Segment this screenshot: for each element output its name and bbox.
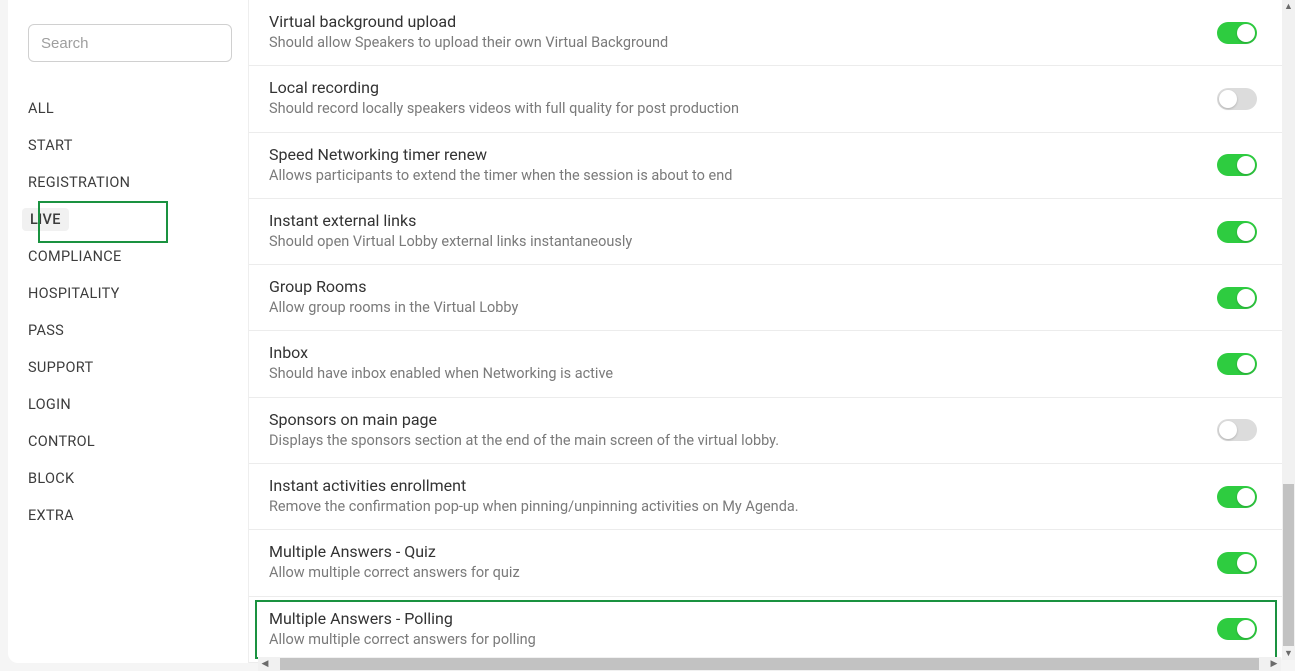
toggle-knob	[1237, 289, 1255, 307]
setting-text: Instant activities enrollment Remove the …	[269, 476, 1197, 517]
setting-row: Virtual background upload Should allow Sp…	[249, 0, 1283, 66]
toggle-knob	[1237, 24, 1255, 42]
setting-description: Should open Virtual Lobby external links…	[269, 232, 1197, 252]
toggle-switch[interactable]	[1217, 419, 1257, 441]
sidebar-item-label: REGISTRATION	[28, 174, 130, 191]
setting-title: Speed Networking timer renew	[269, 145, 1197, 164]
setting-text: Sponsors on main page Displays the sponso…	[269, 410, 1197, 451]
scroll-left-icon[interactable]: ◀	[258, 657, 272, 671]
setting-title: Sponsors on main page	[269, 410, 1197, 429]
sidebar-item-login[interactable]: LOGIN	[24, 386, 232, 423]
sidebar-item-control[interactable]: CONTROL	[24, 423, 232, 460]
toggle-knob	[1219, 90, 1237, 108]
sidebar-item-pass[interactable]: PASS	[24, 312, 232, 349]
setting-title: Instant activities enrollment	[269, 476, 1197, 495]
toggle-switch[interactable]	[1217, 353, 1257, 375]
toggle-knob	[1237, 156, 1255, 174]
setting-row: Instant external links Should open Virtua…	[249, 199, 1283, 265]
setting-description: Displays the sponsors section at the end…	[269, 431, 1197, 451]
sidebar-item-label: SUPPORT	[28, 359, 93, 376]
sidebar-item-label: LIVE	[22, 208, 69, 231]
setting-title: Inbox	[269, 343, 1197, 362]
setting-row: Speed Networking timer renew Allows parti…	[249, 133, 1283, 199]
setting-row: Inbox Should have inbox enabled when Netw…	[249, 331, 1283, 397]
setting-title: Virtual background upload	[269, 12, 1197, 31]
toggle-switch[interactable]	[1217, 88, 1257, 110]
setting-row: Multiple Answers - Polling Allow multiple…	[249, 597, 1283, 663]
nav-list: ALL START REGISTRATION LIVE COMPLIANCE HOSPIT…	[24, 90, 232, 534]
sidebar-item-label: LOGIN	[28, 396, 71, 413]
setting-text: Multiple Answers - Polling Allow multiple…	[269, 609, 1197, 650]
setting-description: Allow multiple correct answers for polli…	[269, 630, 1197, 650]
sidebar-item-compliance[interactable]: COMPLIANCE	[24, 238, 232, 275]
sidebar-item-label: EXTRA	[28, 507, 74, 524]
setting-text: Multiple Answers - Quiz Allow multiple co…	[269, 542, 1197, 583]
toggle-knob	[1237, 554, 1255, 572]
toggle-knob	[1237, 223, 1255, 241]
setting-row: Instant activities enrollment Remove the …	[249, 464, 1283, 530]
setting-text: Local recording Should record locally spe…	[269, 78, 1197, 119]
sidebar-item-all[interactable]: ALL	[24, 90, 232, 127]
toggle-switch[interactable]	[1217, 618, 1257, 640]
sidebar-item-label: ALL	[28, 100, 54, 117]
setting-text: Inbox Should have inbox enabled when Netw…	[269, 343, 1197, 384]
setting-title: Instant external links	[269, 211, 1197, 230]
setting-row: Group Rooms Allow group rooms in the Virt…	[249, 265, 1283, 331]
sidebar-item-start[interactable]: START	[24, 127, 232, 164]
toggle-switch[interactable]	[1217, 221, 1257, 243]
scroll-thumb-vertical[interactable]	[1283, 484, 1294, 646]
sidebar-item-label: START	[28, 137, 73, 154]
scroll-thumb-horizontal[interactable]	[280, 658, 1259, 670]
setting-title: Group Rooms	[269, 277, 1197, 296]
sidebar-item-hospitality[interactable]: HOSPITALITY	[24, 275, 232, 312]
sidebar-item-label: CONTROL	[28, 433, 95, 450]
sidebar-item-live[interactable]: LIVE	[24, 201, 232, 238]
sidebar-item-label: BLOCK	[28, 470, 74, 487]
sidebar-item-support[interactable]: SUPPORT	[24, 349, 232, 386]
setting-description: Allow multiple correct answers for quiz	[269, 563, 1197, 583]
setting-description: Should have inbox enabled when Networkin…	[269, 364, 1197, 384]
sidebar-item-label: HOSPITALITY	[28, 285, 120, 302]
search-input[interactable]	[28, 24, 232, 62]
scroll-up-icon[interactable]: ▲	[1282, 0, 1295, 13]
toggle-knob	[1237, 355, 1255, 373]
setting-text: Virtual background upload Should allow Sp…	[269, 12, 1197, 53]
sidebar-item-label: COMPLIANCE	[28, 248, 122, 265]
toggle-switch[interactable]	[1217, 552, 1257, 574]
setting-description: Allow group rooms in the Virtual Lobby	[269, 298, 1197, 318]
main-content[interactable]: Virtual background upload Should allow Sp…	[248, 0, 1283, 663]
vertical-scrollbar[interactable]: ▲ ▼	[1282, 0, 1295, 660]
toggle-knob	[1237, 488, 1255, 506]
toggle-knob	[1219, 421, 1237, 439]
sidebar-item-registration[interactable]: REGISTRATION	[24, 164, 232, 201]
app-container: ALL START REGISTRATION LIVE COMPLIANCE HOSPIT…	[8, 0, 1283, 663]
setting-row: Sponsors on main page Displays the sponso…	[249, 398, 1283, 464]
sidebar-item-label: PASS	[28, 322, 64, 339]
setting-description: Should allow Speakers to upload their ow…	[269, 33, 1197, 53]
toggle-switch[interactable]	[1217, 22, 1257, 44]
scroll-right-icon[interactable]: ▶	[1267, 657, 1281, 671]
sidebar-item-block[interactable]: BLOCK	[24, 460, 232, 497]
setting-description: Remove the confirmation pop-up when pinn…	[269, 497, 1197, 517]
settings-list: Virtual background upload Should allow Sp…	[249, 0, 1283, 663]
scroll-down-icon[interactable]: ▼	[1282, 647, 1295, 660]
setting-description: Allows participants to extend the timer …	[269, 166, 1197, 186]
setting-title: Multiple Answers - Polling	[269, 609, 1197, 628]
toggle-switch[interactable]	[1217, 486, 1257, 508]
toggle-switch[interactable]	[1217, 154, 1257, 176]
toggle-knob	[1237, 620, 1255, 638]
setting-text: Speed Networking timer renew Allows parti…	[269, 145, 1197, 186]
setting-text: Instant external links Should open Virtua…	[269, 211, 1197, 252]
setting-title: Multiple Answers - Quiz	[269, 542, 1197, 561]
toggle-switch[interactable]	[1217, 287, 1257, 309]
setting-text: Group Rooms Allow group rooms in the Virt…	[269, 277, 1197, 318]
setting-title: Local recording	[269, 78, 1197, 97]
horizontal-scrollbar[interactable]: ◀ ▶	[258, 657, 1281, 671]
setting-row: Multiple Answers - Quiz Allow multiple co…	[249, 530, 1283, 596]
setting-row: Local recording Should record locally spe…	[249, 66, 1283, 132]
sidebar-item-extra[interactable]: EXTRA	[24, 497, 232, 534]
setting-description: Should record locally speakers videos wi…	[269, 99, 1197, 119]
sidebar: ALL START REGISTRATION LIVE COMPLIANCE HOSPIT…	[8, 0, 248, 663]
